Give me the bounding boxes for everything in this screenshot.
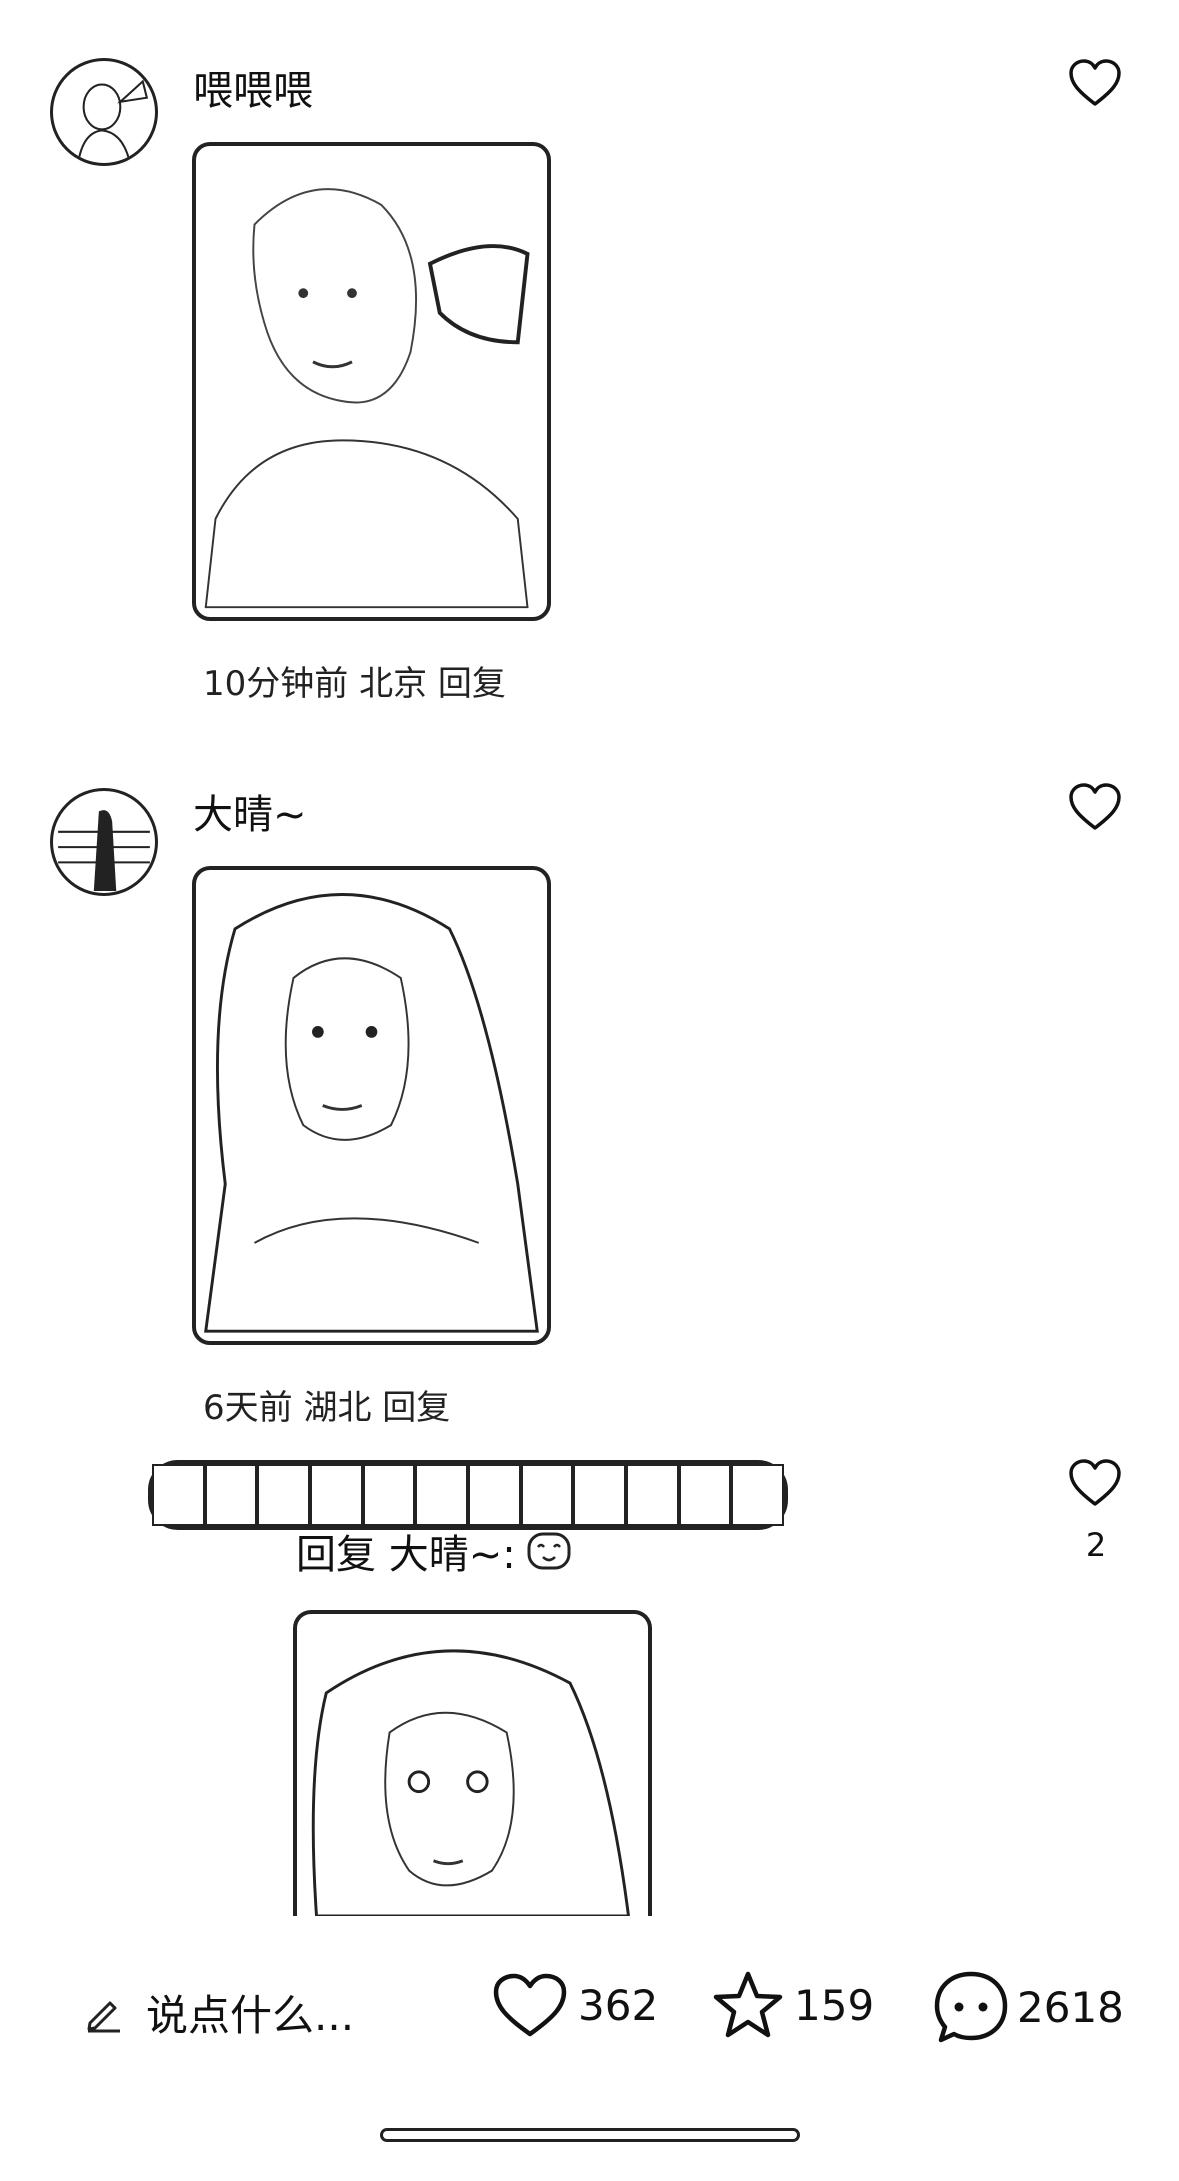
- reply-like-button[interactable]: [1068, 1458, 1122, 1508]
- favorite-button[interactable]: 159: [712, 1970, 874, 2040]
- like-count: 362: [578, 1980, 659, 2030]
- reply-text: 回复 大晴~:: [296, 1532, 516, 1578]
- comment-count: 2618: [1017, 1982, 1124, 2032]
- heart-icon: [1069, 59, 1121, 106]
- comment-meta[interactable]: 10分钟前 北京 回复: [203, 656, 506, 705]
- comments-button[interactable]: 2618: [933, 1970, 1124, 2044]
- pencil-icon: [87, 2001, 120, 2032]
- avatar[interactable]: [50, 788, 158, 896]
- heart-icon: [1069, 783, 1121, 830]
- avatar[interactable]: [50, 58, 158, 166]
- comment-username[interactable]: 喂喂喂: [193, 58, 313, 116]
- avatar-image: [58, 810, 150, 891]
- like-button[interactable]: 362: [492, 1972, 658, 2038]
- reply-like-count: 2: [1085, 1526, 1107, 1564]
- star-icon: [713, 1971, 783, 2038]
- portrait-sketch: [311, 1649, 630, 1916]
- comment-username[interactable]: 大晴~: [193, 782, 307, 840]
- heart-icon: [493, 1973, 567, 2037]
- comment-like-button[interactable]: [1068, 58, 1122, 108]
- reply-text-line[interactable]: 回复 大晴~:: [296, 1522, 572, 1580]
- comment-input-placeholder: 说点什么...: [146, 1991, 355, 2040]
- bottom-bar: 说点什么... 362 159 2618: [0, 1960, 1179, 2060]
- comment-input[interactable]: 说点什么...: [84, 1982, 354, 2043]
- favorite-count: 159: [794, 1980, 875, 2030]
- comment-like-button[interactable]: [1068, 782, 1122, 832]
- comment-image[interactable]: [192, 866, 551, 1345]
- comment-meta[interactable]: 6天前 湖北 回复: [203, 1380, 450, 1429]
- chat-bubble-icon: [934, 1971, 1008, 2043]
- heart-icon: [1069, 1459, 1121, 1506]
- avatar-image: [77, 79, 149, 162]
- reply-image[interactable]: [293, 1610, 652, 1916]
- portrait-sketch: [204, 893, 539, 1333]
- redacted-username: [148, 1460, 788, 1530]
- comment-image[interactable]: [192, 142, 551, 621]
- portrait-sketch: [204, 188, 530, 609]
- emoji-face-icon: [526, 1531, 572, 1571]
- home-indicator[interactable]: [380, 2128, 800, 2142]
